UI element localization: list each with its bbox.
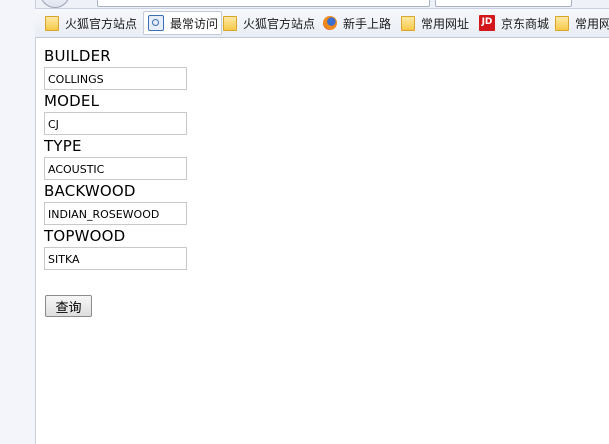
type-field-group: TYPE [44,135,344,180]
topwood-input[interactable] [44,247,187,270]
topwood-label: TOPWOOD [44,227,126,245]
model-label: MODEL [44,92,100,110]
back-button[interactable] [40,0,70,8]
bookmark-label: 常用网址 [421,16,470,31]
backwood-field-group: BACKWOOD [44,180,344,225]
bookmark-label: 最常访问 [170,16,219,31]
builder-label: BUILDER [44,47,111,65]
address-bar[interactable] [97,0,430,7]
bookmark-jd-mall[interactable]: JD 京东商城 [475,12,549,34]
model-input[interactable] [44,112,187,135]
most-visited-icon [148,15,164,31]
browser-window: 火狐官方站点 最常访问 火狐官方站点 新手上路 常用网址 JD 京东商城 常用网… [0,0,609,444]
topwood-field-group: TOPWOOD [44,225,344,270]
bookmark-most-visited[interactable]: 最常访问 [143,11,223,35]
query-button[interactable]: 查询 [45,295,92,317]
search-bar[interactable] [435,0,572,7]
bookmark-label: 京东商城 [501,16,550,31]
bookmark-label: 火狐官方站点 [65,16,138,31]
backwood-label: BACKWOOD [44,182,136,200]
bookmark-label: 常用网址 [575,16,609,31]
folder-icon [45,15,59,31]
builder-input[interactable] [44,67,187,90]
folder-icon [223,15,237,31]
firefox-icon [323,16,337,30]
browser-toolbar [0,0,609,9]
bookmark-label: 新手上路 [343,16,392,31]
bookmark-common-sites-2[interactable]: 常用网址 [551,12,609,34]
bookmark-firefox-official-2[interactable]: 火狐官方站点 [219,12,315,34]
sidebar-gutter [0,0,36,444]
backwood-input[interactable] [44,202,187,225]
bookmark-common-sites[interactable]: 常用网址 [397,12,469,34]
bookmark-getting-started[interactable]: 新手上路 [319,12,391,34]
type-label: TYPE [44,137,82,155]
folder-icon [401,15,415,31]
builder-field-group: BUILDER [44,45,344,90]
folder-icon [555,15,569,31]
guitar-search-form: BUILDER MODEL TYPE BACKWOOD TOPWOOD [44,45,344,270]
type-input[interactable] [44,157,187,180]
bookmark-firefox-official[interactable]: 火狐官方站点 [41,12,137,34]
bookmarks-toolbar: 火狐官方站点 最常访问 火狐官方站点 新手上路 常用网址 JD 京东商城 常用网… [35,9,609,38]
bookmark-label: 火狐官方站点 [243,16,316,31]
model-field-group: MODEL [44,90,344,135]
jd-icon: JD [479,15,495,31]
